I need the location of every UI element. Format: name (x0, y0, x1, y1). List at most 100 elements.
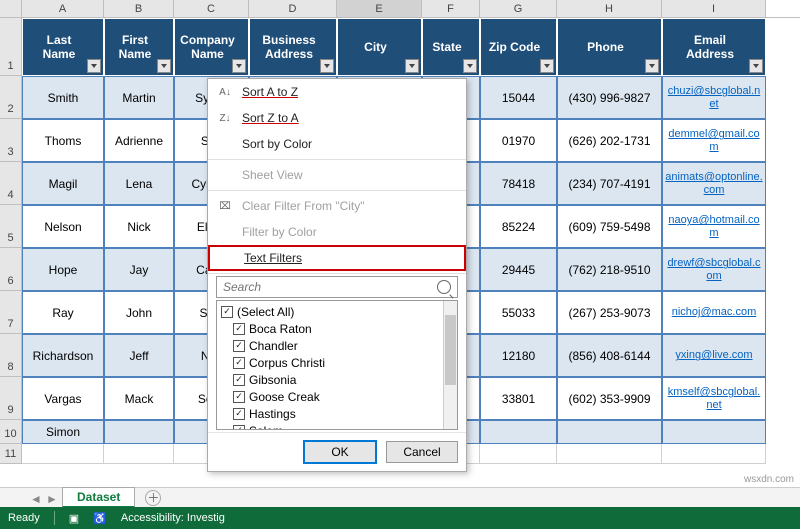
col-letter-D[interactable]: D (249, 0, 337, 17)
list-item[interactable]: Goose Creak (221, 388, 455, 405)
cell[interactable]: (602) 353-9909 (557, 377, 662, 420)
cell[interactable]: (762) 218-9510 (557, 248, 662, 291)
checkbox-icon[interactable] (233, 357, 245, 369)
cell[interactable]: 85224 (480, 205, 557, 248)
cell-email[interactable]: yxing@live.com (662, 334, 766, 377)
cell-email[interactable]: drewf@sbcglobal.com (662, 248, 766, 291)
cancel-button[interactable]: Cancel (386, 441, 458, 463)
checkbox-icon[interactable] (233, 340, 245, 352)
checkbox-icon[interactable] (233, 374, 245, 386)
col-letter-F[interactable]: F (422, 0, 480, 17)
cell[interactable]: Magil (22, 162, 104, 205)
row-header[interactable]: 5 (0, 205, 22, 248)
macro-record-icon[interactable]: ▣ (69, 512, 79, 525)
cell[interactable]: (234) 707-4191 (557, 162, 662, 205)
menu-text-filters[interactable]: Text Filters (208, 245, 466, 271)
select-all-corner[interactable] (0, 0, 22, 17)
list-item[interactable]: Salem (221, 422, 455, 430)
list-item[interactable]: Chandler (221, 337, 455, 354)
cell[interactable] (480, 420, 557, 444)
row-header[interactable]: 3 (0, 119, 22, 162)
cell[interactable]: (267) 253-9073 (557, 291, 662, 334)
cell-email[interactable]: animats@optonline.com (662, 162, 766, 205)
scrollbar[interactable] (443, 301, 457, 429)
cell[interactable]: Vargas (22, 377, 104, 420)
filter-icon[interactable] (463, 59, 477, 73)
empty-cell[interactable] (557, 444, 662, 464)
col-letter-H[interactable]: H (557, 0, 662, 17)
row-header[interactable]: 11 (0, 444, 22, 464)
cell[interactable]: Adrienne (104, 119, 174, 162)
cell[interactable]: 15044 (480, 76, 557, 119)
cell[interactable]: Jeff (104, 334, 174, 377)
cell-email[interactable]: naoya@hotmail.com (662, 205, 766, 248)
cell[interactable]: Lena (104, 162, 174, 205)
empty-cell[interactable] (662, 444, 766, 464)
checkbox-icon[interactable] (221, 306, 233, 318)
cell[interactable]: 78418 (480, 162, 557, 205)
row-header[interactable]: 10 (0, 420, 22, 444)
ok-button[interactable]: OK (304, 441, 376, 463)
col-letter-I[interactable]: I (662, 0, 766, 17)
cell-email[interactable]: nichoj@mac.com (662, 291, 766, 334)
row-header[interactable]: 2 (0, 76, 22, 119)
filter-icon[interactable] (232, 59, 246, 73)
cell[interactable]: Thoms (22, 119, 104, 162)
cell[interactable]: (430) 996-9827 (557, 76, 662, 119)
filter-icon[interactable] (645, 59, 659, 73)
cell[interactable]: Ray (22, 291, 104, 334)
filter-icon[interactable] (405, 59, 419, 73)
add-sheet-button[interactable]: ＋ (145, 490, 161, 506)
filter-value-list[interactable]: (Select All) Boca Raton Chandler Corpus … (216, 300, 458, 430)
checkbox-icon[interactable] (233, 323, 245, 335)
col-letter-E[interactable]: E (337, 0, 422, 17)
cell[interactable]: 01970 (480, 119, 557, 162)
checkbox-icon[interactable] (233, 408, 245, 420)
filter-icon[interactable] (320, 59, 334, 73)
menu-sort-by-color[interactable]: Sort by Color (208, 131, 466, 157)
cell[interactable]: 29445 (480, 248, 557, 291)
tab-nav-prev-icon[interactable]: ◄ (30, 492, 42, 504)
cell[interactable]: (626) 202-1731 (557, 119, 662, 162)
cell[interactable]: (856) 408-6144 (557, 334, 662, 377)
cell-email[interactable]: chuzi@sbcglobal.net (662, 76, 766, 119)
cell[interactable]: 12180 (480, 334, 557, 377)
sheet-tab-dataset[interactable]: Dataset (62, 487, 135, 508)
filter-icon[interactable] (87, 59, 101, 73)
search-box[interactable] (216, 276, 458, 298)
cell[interactable]: Richardson (22, 334, 104, 377)
menu-sort-za[interactable]: Z↓Sort Z to A (208, 105, 466, 131)
list-item[interactable]: Hastings (221, 405, 455, 422)
filter-icon[interactable] (157, 59, 171, 73)
col-letter-A[interactable]: A (22, 0, 104, 17)
col-letter-B[interactable]: B (104, 0, 174, 17)
row-header[interactable]: 4 (0, 162, 22, 205)
empty-cell[interactable] (22, 444, 104, 464)
checkbox-icon[interactable] (233, 391, 245, 403)
cell[interactable] (557, 420, 662, 444)
empty-cell[interactable] (480, 444, 557, 464)
row-header[interactable]: 7 (0, 291, 22, 334)
filter-icon[interactable] (540, 59, 554, 73)
status-accessibility[interactable]: Accessibility: Investig (121, 512, 225, 524)
row-header[interactable]: 9 (0, 377, 22, 420)
list-item[interactable]: Gibsonia (221, 371, 455, 388)
menu-sort-az[interactable]: A↓Sort A to Z (208, 79, 466, 105)
empty-cell[interactable] (104, 444, 174, 464)
cell[interactable]: (609) 759-5498 (557, 205, 662, 248)
cell[interactable]: Mack (104, 377, 174, 420)
cell[interactable]: Jay (104, 248, 174, 291)
cell[interactable]: Simon (22, 420, 104, 444)
cell-email[interactable]: kmself@sbcglobal.net (662, 377, 766, 420)
checkbox-icon[interactable] (233, 425, 245, 431)
scrollbar-thumb[interactable] (445, 315, 456, 385)
accessibility-icon[interactable]: ♿ (93, 512, 107, 525)
tab-nav-next-icon[interactable]: ► (46, 492, 58, 504)
row-header[interactable]: 6 (0, 248, 22, 291)
col-letter-C[interactable]: C (174, 0, 249, 17)
list-item[interactable]: Boca Raton (221, 320, 455, 337)
cell[interactable]: Nick (104, 205, 174, 248)
cell[interactable]: Smith (22, 76, 104, 119)
col-letter-G[interactable]: G (480, 0, 557, 17)
cell[interactable]: Nelson (22, 205, 104, 248)
